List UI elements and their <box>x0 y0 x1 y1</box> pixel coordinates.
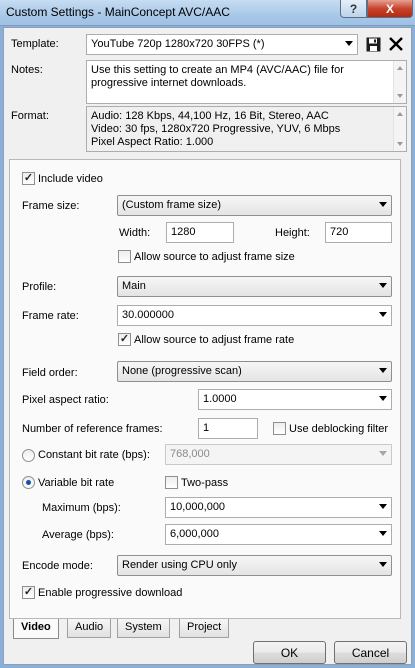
chevron-down-icon <box>345 41 353 46</box>
maximum-bps-combobox[interactable]: 10,000,000 <box>165 497 392 518</box>
field-order-value: None (progressive scan) <box>122 365 242 377</box>
template-value: YouTube 720p 1280x720 30FPS (*) <box>91 38 265 50</box>
frame-size-dropdown[interactable]: (Custom frame size) <box>117 195 392 216</box>
average-bps-combobox[interactable]: 6,000,000 <box>165 524 392 545</box>
allow-frame-size-checkbox[interactable] <box>118 250 131 263</box>
maximum-bps-value: 10,000,000 <box>170 501 226 513</box>
check-icon: ✓ <box>23 172 34 184</box>
average-bps-label: Average (bps): <box>42 529 114 541</box>
cbr-label: Constant bit rate (bps): <box>38 449 150 461</box>
frame-rate-value: 30.000000 <box>122 309 174 321</box>
format-line-video: Video: 30 fps, 1280x720 Progressive, YUV… <box>91 123 341 135</box>
tab-bar: Video Audio System Project <box>9 619 239 640</box>
reference-frames-input[interactable]: 1 <box>198 418 258 439</box>
format-label: Format: <box>11 110 49 122</box>
chevron-down-icon <box>379 562 387 567</box>
scroll-up-icon <box>397 112 403 116</box>
chevron-down-icon <box>379 368 387 373</box>
two-pass-checkbox[interactable] <box>165 476 178 489</box>
chevron-down-icon <box>379 396 387 401</box>
check-icon: ✓ <box>23 586 34 598</box>
chevron-down-icon <box>379 202 387 207</box>
delete-template-button[interactable] <box>387 35 405 53</box>
pixel-aspect-value: 1.0000 <box>203 393 237 405</box>
encode-mode-dropdown[interactable]: Render using CPU only <box>117 555 392 576</box>
maximum-bps-label: Maximum (bps): <box>42 502 121 514</box>
tab-audio[interactable]: Audio <box>67 619 112 638</box>
chevron-down-icon <box>379 312 387 317</box>
check-icon: ✓ <box>119 333 130 345</box>
tab-system[interactable]: System <box>117 619 170 638</box>
cbr-radio[interactable] <box>22 449 35 462</box>
height-label: Height: <box>275 227 310 239</box>
chevron-down-icon <box>379 504 387 509</box>
tab-project[interactable]: Project <box>179 619 230 638</box>
allow-frame-rate-label: Allow source to adjust frame rate <box>134 334 295 346</box>
cancel-button[interactable]: Cancel <box>334 641 407 664</box>
save-icon <box>366 37 380 51</box>
pixel-aspect-combobox[interactable]: 1.0000 <box>198 389 392 410</box>
notes-label: Notes: <box>11 64 43 76</box>
deblocking-label: Use deblocking filter <box>289 423 389 435</box>
notes-text: Use this setting to create an MP4 (AVC/A… <box>91 64 344 89</box>
scroll-down-icon <box>397 94 403 98</box>
reference-frames-label: Number of reference frames: <box>22 423 163 435</box>
chevron-down-icon <box>379 283 387 288</box>
width-label: Width: <box>119 227 151 239</box>
frame-size-label: Frame size: <box>22 200 80 212</box>
chevron-down-icon <box>379 451 387 456</box>
vbr-radio[interactable] <box>22 476 35 489</box>
progressive-download-label: Enable progressive download <box>38 587 183 599</box>
template-label: Template: <box>11 38 59 50</box>
encode-mode-label: Encode mode: <box>22 560 93 572</box>
vbr-label: Variable bit rate <box>38 477 115 489</box>
notes-textarea[interactable]: Use this setting to create an MP4 (AVC/A… <box>86 60 407 104</box>
cbr-combobox[interactable]: 768,000 <box>165 444 392 465</box>
frame-size-value: (Custom frame size) <box>122 199 222 211</box>
format-line-audio: Audio: 128 Kbps, 44,100 Hz, 16 Bit, Ster… <box>91 110 329 122</box>
two-pass-label: Two-pass <box>181 477 229 489</box>
format-line-pixel-aspect: Pixel Aspect Ratio: 1.000 <box>91 136 214 148</box>
width-input[interactable]: 1280 <box>166 222 234 243</box>
include-video-checkbox[interactable]: ✓ <box>22 172 35 185</box>
notes-scrollbar[interactable] <box>393 61 406 103</box>
height-input[interactable]: 720 <box>325 222 392 243</box>
window-title: Custom Settings - MainConcept AVC/AAC <box>6 5 230 19</box>
progressive-download-checkbox[interactable]: ✓ <box>22 586 35 599</box>
field-order-label: Field order: <box>22 367 78 379</box>
profile-dropdown[interactable]: Main <box>117 276 392 297</box>
save-template-button[interactable] <box>364 35 382 53</box>
scroll-down-icon <box>397 142 403 146</box>
tab-video[interactable]: Video <box>13 619 59 639</box>
encode-mode-value: Render using CPU only <box>122 559 237 571</box>
cbr-value: 768,000 <box>170 448 210 460</box>
help-button[interactable]: ? <box>340 0 367 18</box>
profile-value: Main <box>122 280 146 292</box>
average-bps-value: 6,000,000 <box>170 528 219 540</box>
field-order-dropdown[interactable]: None (progressive scan) <box>117 361 392 382</box>
chevron-down-icon <box>379 531 387 536</box>
allow-frame-size-label: Allow source to adjust frame size <box>134 251 295 263</box>
frame-rate-label: Frame rate: <box>22 310 79 322</box>
delete-icon <box>389 37 403 51</box>
allow-frame-rate-checkbox[interactable]: ✓ <box>118 333 131 346</box>
format-summary: Audio: 128 Kbps, 44,100 Hz, 16 Bit, Ster… <box>86 106 407 152</box>
profile-label: Profile: <box>22 281 57 293</box>
scroll-up-icon <box>397 66 403 70</box>
template-dropdown[interactable]: YouTube 720p 1280x720 30FPS (*) <box>86 34 358 55</box>
close-window-button[interactable]: X <box>367 0 413 18</box>
frame-rate-combobox[interactable]: 30.000000 <box>117 305 392 326</box>
include-video-label: Include video <box>38 173 103 185</box>
format-scrollbar[interactable] <box>393 107 406 151</box>
deblocking-checkbox[interactable] <box>273 422 286 435</box>
ok-button[interactable]: OK <box>253 641 326 664</box>
pixel-aspect-label: Pixel aspect ratio: <box>22 394 109 406</box>
